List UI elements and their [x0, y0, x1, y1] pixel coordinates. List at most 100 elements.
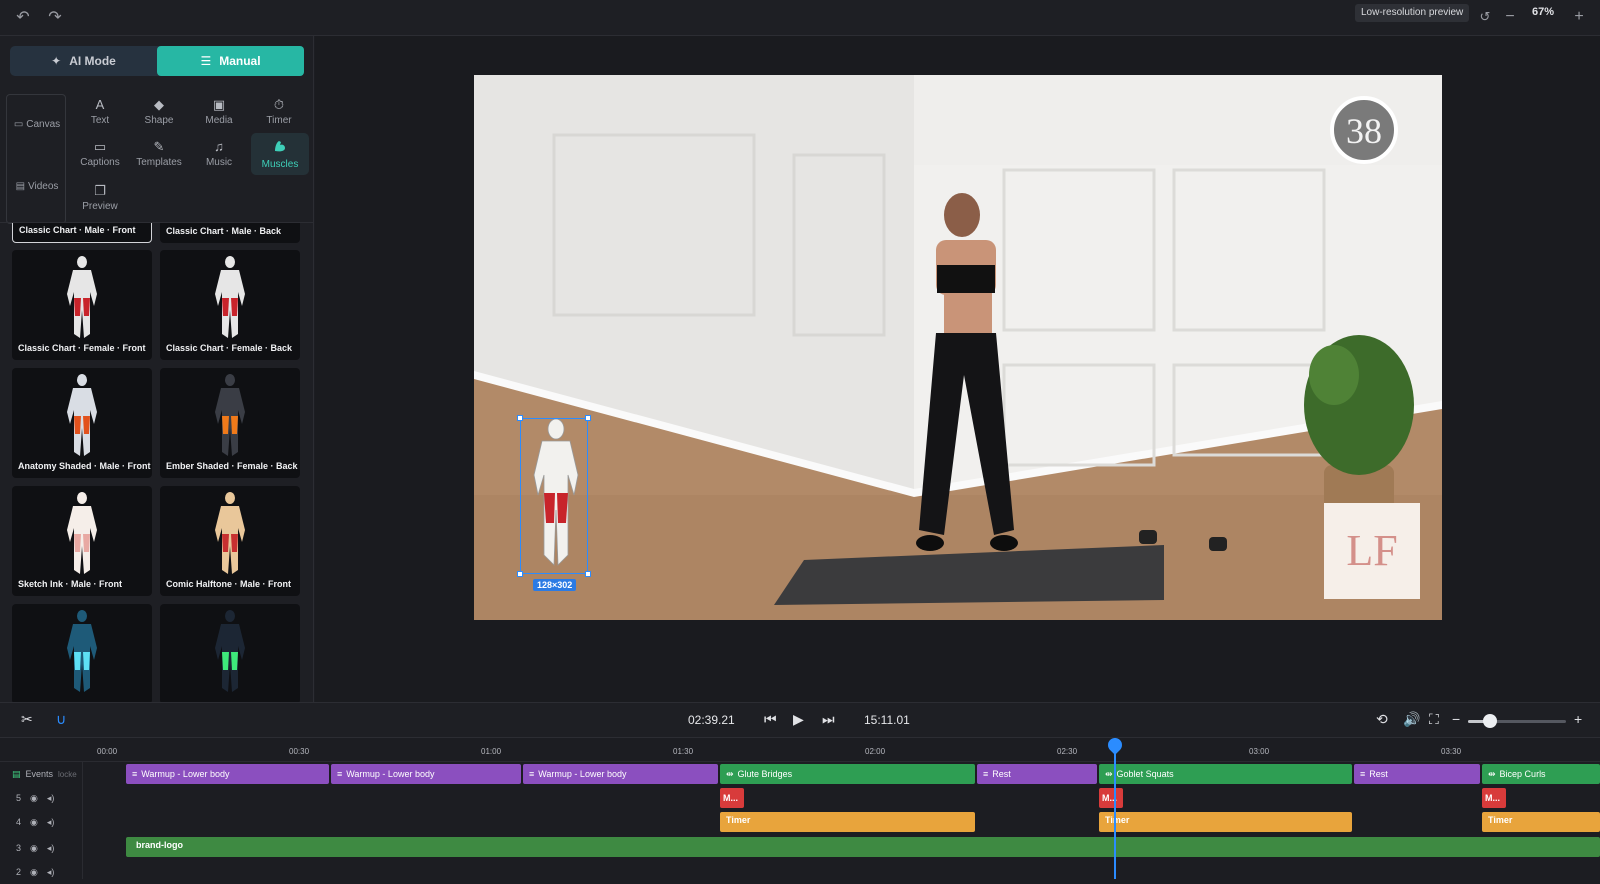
tool-templates[interactable]: ✎ Templates: [130, 134, 188, 174]
speaker-icon[interactable]: ◂): [47, 817, 55, 828]
track-2[interactable]: 2 ◉ ◂): [0, 860, 83, 884]
eye-icon[interactable]: ◉: [30, 793, 38, 804]
track-4[interactable]: 4 ◉ ◂): [0, 810, 83, 834]
video-frame: 38 LF: [474, 75, 1442, 620]
timeline-zoom-in-icon[interactable]: +: [1574, 711, 1582, 727]
eye-icon[interactable]: ◉: [30, 843, 38, 854]
muscle-card[interactable]: Classic Chart · Female · Back: [160, 250, 300, 360]
muscle-clip[interactable]: M...: [720, 788, 744, 808]
volume-icon[interactable]: 🔊: [1403, 711, 1420, 728]
zoom-in-button[interactable]: +: [1566, 4, 1592, 30]
muscle-card[interactable]: Anatomy Shaded · Male · Front: [12, 368, 152, 478]
resize-handle[interactable]: [517, 571, 523, 577]
muscle-card-label: Classic Chart · Female · Front: [18, 343, 146, 353]
clip-label: Rest: [992, 769, 1011, 779]
eye-icon[interactable]: ◉: [30, 867, 38, 878]
track-3[interactable]: 3 ◉ ◂): [0, 836, 83, 860]
muscle-card[interactable]: Classic Chart · Female · Front: [12, 250, 152, 360]
event-clip[interactable]: ≡ Warmup - Lower body: [331, 764, 521, 784]
clip-label: Warmup - Lower body: [346, 769, 435, 779]
layers-icon: ▤: [12, 768, 21, 779]
scissors-icon[interactable]: ✂: [21, 711, 33, 728]
event-clip[interactable]: ≡ Rest: [1354, 764, 1480, 784]
magnet-icon[interactable]: ∪: [56, 711, 66, 728]
track-5[interactable]: 5 ◉ ◂): [0, 786, 83, 810]
clip-label: Rest: [1369, 769, 1388, 779]
total-time: 15:11.01: [864, 713, 910, 727]
track-number: 4: [16, 817, 22, 827]
redo-icon[interactable]: ↷: [42, 4, 68, 30]
tool-preview[interactable]: ❐ Preview: [71, 178, 129, 218]
skip-back-icon[interactable]: ⏮: [764, 711, 777, 728]
low-resolution-preview-toggle[interactable]: Low-resolution preview: [1355, 4, 1470, 22]
event-clip[interactable]: ⇹ Glute Bridges: [720, 764, 975, 784]
image-icon: ▣: [212, 97, 226, 112]
timeline-zoom-knob[interactable]: [1482, 714, 1497, 728]
event-clip[interactable]: ⇹ Bicep Curls: [1482, 764, 1600, 784]
ruler-tick: 01:00: [481, 747, 502, 756]
muscle-card[interactable]: Comic Halftone · Male · Front: [160, 486, 300, 596]
play-icon[interactable]: ▶: [793, 711, 804, 728]
undo-icon[interactable]: ↶: [10, 4, 36, 30]
clip-label: Glute Bridges: [737, 769, 793, 779]
muscle-card[interactable]: Ember Shaded · Female · Back: [160, 368, 300, 478]
muscle-card[interactable]: [160, 604, 300, 702]
video-canvas[interactable]: 38 LF: [474, 75, 1442, 620]
tool-music[interactable]: ♫ Music: [190, 134, 248, 174]
text-icon: A: [95, 97, 105, 112]
muscle-card[interactable]: Classic Chart · Male · Back: [160, 223, 300, 243]
manual-mode-button[interactable]: ☰ Manual: [157, 46, 304, 76]
tool-media[interactable]: ▣ Media: [190, 92, 248, 132]
event-clip[interactable]: ≡ Rest: [977, 764, 1097, 784]
skip-forward-icon[interactable]: ⏭: [822, 711, 835, 728]
selection-box[interactable]: [520, 418, 588, 574]
timeline-zoom-out-icon[interactable]: −: [1452, 711, 1460, 727]
list-icon: ☰: [200, 54, 212, 68]
tool-captions-label: Captions: [80, 157, 120, 168]
speaker-icon[interactable]: ◂): [47, 793, 55, 804]
muscle-card[interactable]: Sketch Ink · Male · Front: [12, 486, 152, 596]
resize-handle[interactable]: [585, 571, 591, 577]
tool-preview-label: Preview: [82, 201, 118, 212]
muscle-card[interactable]: Classic Chart · Male · Front: [12, 223, 152, 243]
brand-logo-text: LF: [1346, 526, 1397, 575]
tool-muscles[interactable]: Muscles: [251, 133, 309, 175]
tool-timer[interactable]: ⏱ Timer: [250, 92, 308, 132]
speaker-icon[interactable]: ◂): [47, 843, 55, 854]
playhead[interactable]: [1114, 738, 1116, 879]
speaker-icon[interactable]: ◂): [47, 867, 55, 878]
muscle-card[interactable]: [12, 604, 152, 702]
resize-handle[interactable]: [517, 415, 523, 421]
fullscreen-icon[interactable]: ⛶: [1429, 711, 1439, 728]
reset-zoom-icon[interactable]: ↺: [1472, 4, 1498, 30]
timeline: 00:00 00:30 01:00 01:30 02:00 02:30 03:0…: [0, 735, 1600, 879]
track-lock-note: locke: [58, 769, 77, 779]
muscle-clip[interactable]: M...: [1099, 788, 1123, 808]
track-events[interactable]: ▤ Events locke: [0, 762, 83, 786]
track-number: 3: [16, 843, 22, 853]
ruler-tick: 00:30: [289, 747, 310, 756]
time-ruler[interactable]: 00:00 00:30 01:00 01:30 02:00 02:30 03:0…: [0, 738, 1600, 762]
zoom-out-button[interactable]: −: [1497, 4, 1523, 30]
timer-clip[interactable]: Timer: [1099, 812, 1352, 832]
event-clip[interactable]: ⇹ Goblet Squats: [1099, 764, 1352, 784]
tool-text[interactable]: A Text: [71, 92, 129, 132]
muscle-clip[interactable]: M...: [1482, 788, 1506, 808]
loop-icon[interactable]: ⟲: [1376, 711, 1388, 728]
timer-clip[interactable]: Timer: [1482, 812, 1600, 832]
resize-handle[interactable]: [585, 415, 591, 421]
eye-icon[interactable]: ◉: [30, 817, 38, 828]
tab-canvas[interactable]: ▭ Canvas: [7, 109, 67, 139]
tab-videos[interactable]: ▤ Videos: [7, 171, 67, 201]
tool-captions[interactable]: ▭ Captions: [71, 134, 129, 174]
ruler-tick: 01:30: [673, 747, 694, 756]
body-figure-icon: [67, 256, 97, 338]
timer-clip[interactable]: Timer: [720, 812, 975, 832]
ai-mode-button[interactable]: ✦ AI Mode: [10, 46, 157, 76]
clip-label: Warmup - Lower body: [538, 769, 627, 779]
tool-media-label: Media: [205, 115, 233, 126]
event-clip[interactable]: ≡ Warmup - Lower body: [126, 764, 329, 784]
tool-shape[interactable]: ◆ Shape: [130, 92, 188, 132]
event-clip[interactable]: ≡ Warmup - Lower body: [523, 764, 718, 784]
brand-logo-clip[interactable]: brand-logo: [126, 837, 1600, 857]
